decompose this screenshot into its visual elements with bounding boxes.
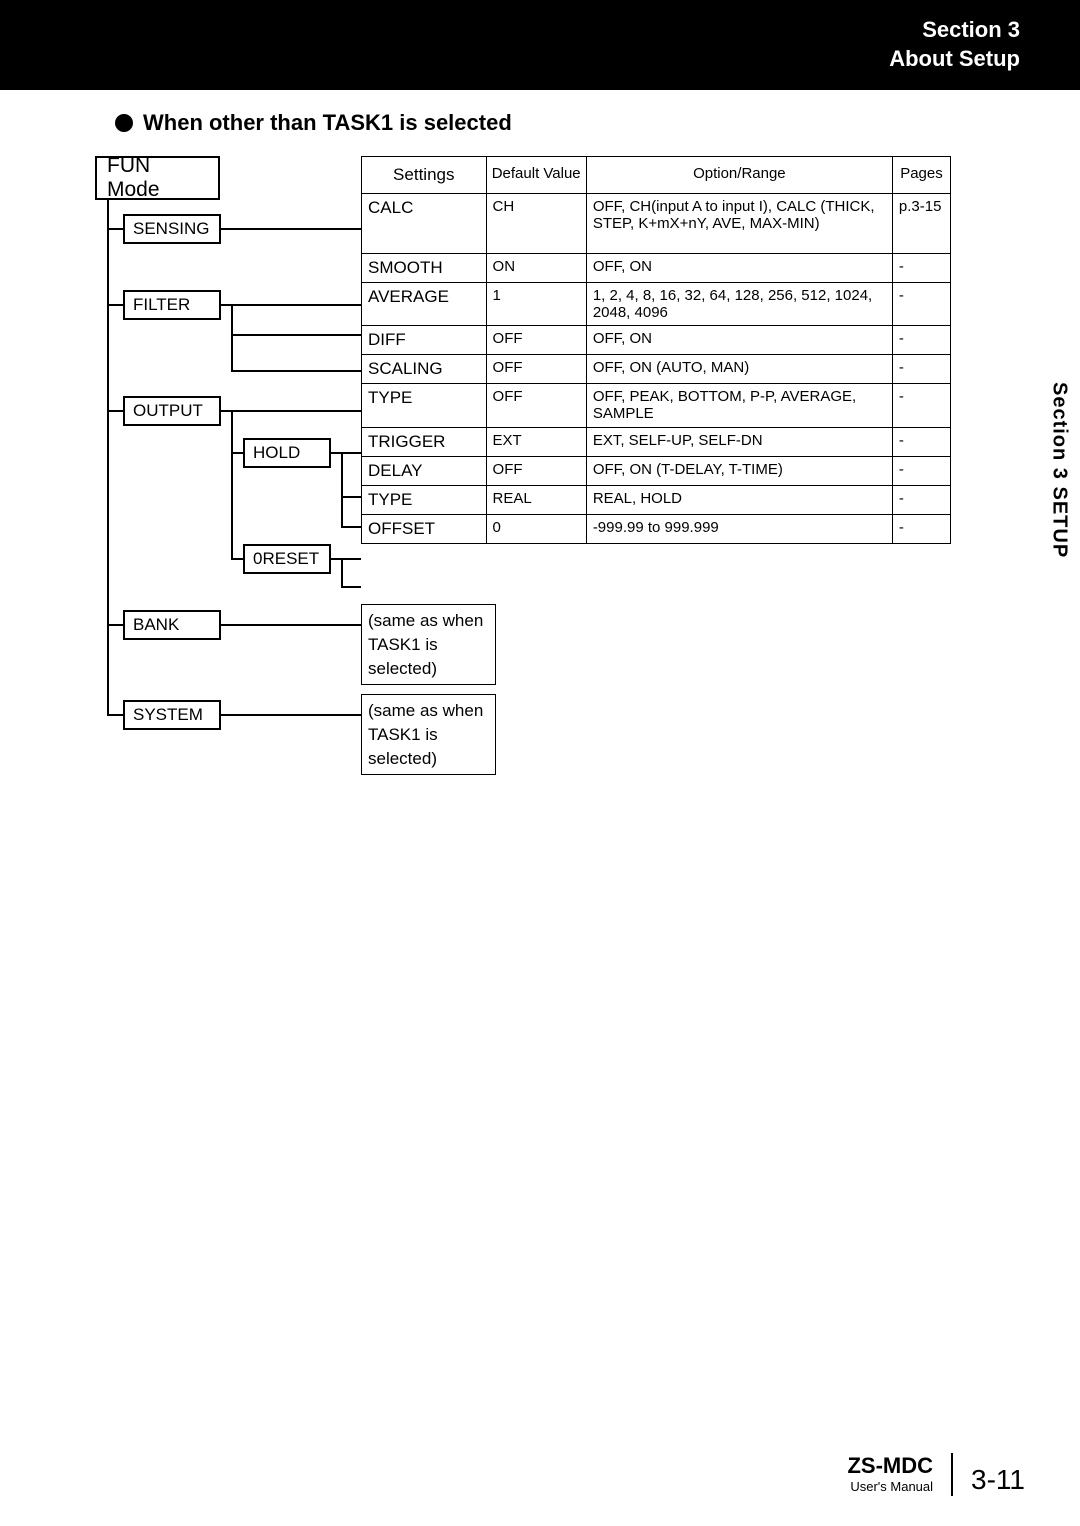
l2b [221,304,231,306]
table-row: CALC CH OFF, CH(input A to input I), CAL… [362,194,951,254]
col-default: Default Value [486,157,586,194]
l3a [221,410,231,412]
l2c [231,304,233,370]
reset-box: 0RESET [243,544,331,574]
sensing-box: SENSING [123,214,221,244]
table-row: DELAY OFF OFF, ON (T-DELAY, T-TIME) - [362,457,951,486]
l5 [231,558,243,560]
l4e [341,526,361,528]
filter-box: FILTER [123,290,221,320]
spine-line [107,200,109,716]
l5b [341,558,343,586]
l4d [341,496,361,498]
table-header-row: Settings Default Value Option/Range Page… [362,157,951,194]
system-box: SYSTEM [123,700,221,730]
l6a [221,624,361,626]
l4a [331,452,341,454]
col-pages: Pages [892,157,950,194]
l4b [341,452,343,528]
page-header: Section 3 About Setup [0,0,1080,90]
system-note: (same as when TASK1 is selected) [361,694,496,775]
table-row: AVERAGE 1 1, 2, 4, 8, 16, 32, 64, 128, 2… [362,283,951,326]
col-settings: Settings [362,157,487,194]
fun-mode-box: FUN Mode [95,156,220,200]
table-row: DIFF OFF OFF, ON - [362,326,951,355]
table-row: OFFSET 0 -999.99 to 999.999 - [362,515,951,544]
table-row: TYPE OFF OFF, PEAK, BOTTOM, P-P, AVERAGE… [362,384,951,428]
col-option: Option/Range [586,157,892,194]
l2e [231,334,361,336]
hold-box: HOLD [243,438,331,468]
header-subtitle: About Setup [889,45,1020,74]
l5a [331,558,341,560]
l2f [231,370,361,372]
menu-diagram: FUN Mode SENSING FILTER OUTPUT HOLD 0RES… [115,156,1020,746]
l5c [341,558,361,560]
side-tab-text: Section 3 SETUP [1048,382,1071,558]
settings-table: Settings Default Value Option/Range Page… [361,156,951,544]
table-row: SMOOTH ON OFF, ON - [362,254,951,283]
table-row: TRIGGER EXT EXT, SELF-UP, SELF-DN - [362,428,951,457]
header-section: Section 3 [889,16,1020,45]
l3b [231,410,233,558]
side-tab: Section 3 SETUP [1038,370,1080,570]
l4 [231,452,243,454]
l5d [341,586,361,588]
table-row: SCALING OFF OFF, ON (AUTO, MAN) - [362,355,951,384]
page-footer: ZS-MDC User's Manual 3-11 [847,1453,1025,1496]
l3 [107,410,123,412]
l7a [221,714,361,716]
l4c [341,452,361,454]
page-content: When other than TASK1 is selected FUN Mo… [0,90,1080,746]
section-title: When other than TASK1 is selected [143,110,512,136]
section-title-row: When other than TASK1 is selected [115,110,1020,136]
l1b [221,228,361,230]
l2d [231,304,361,306]
l7 [107,714,123,716]
l1 [107,228,123,230]
bullet-icon [115,114,133,132]
table-row: TYPE REAL REAL, HOLD - [362,486,951,515]
doc-subtitle: User's Manual [847,1479,933,1494]
l3c [231,410,361,412]
page-number: 3-11 [971,1464,1025,1496]
doc-name: ZS-MDC [847,1453,933,1479]
footer-doc-block: ZS-MDC User's Manual [847,1453,953,1496]
bank-box: BANK [123,610,221,640]
bank-note: (same as when TASK1 is selected) [361,604,496,685]
output-box: OUTPUT [123,396,221,426]
header-title: Section 3 About Setup [889,16,1020,73]
l6 [107,624,123,626]
l2 [107,304,123,306]
